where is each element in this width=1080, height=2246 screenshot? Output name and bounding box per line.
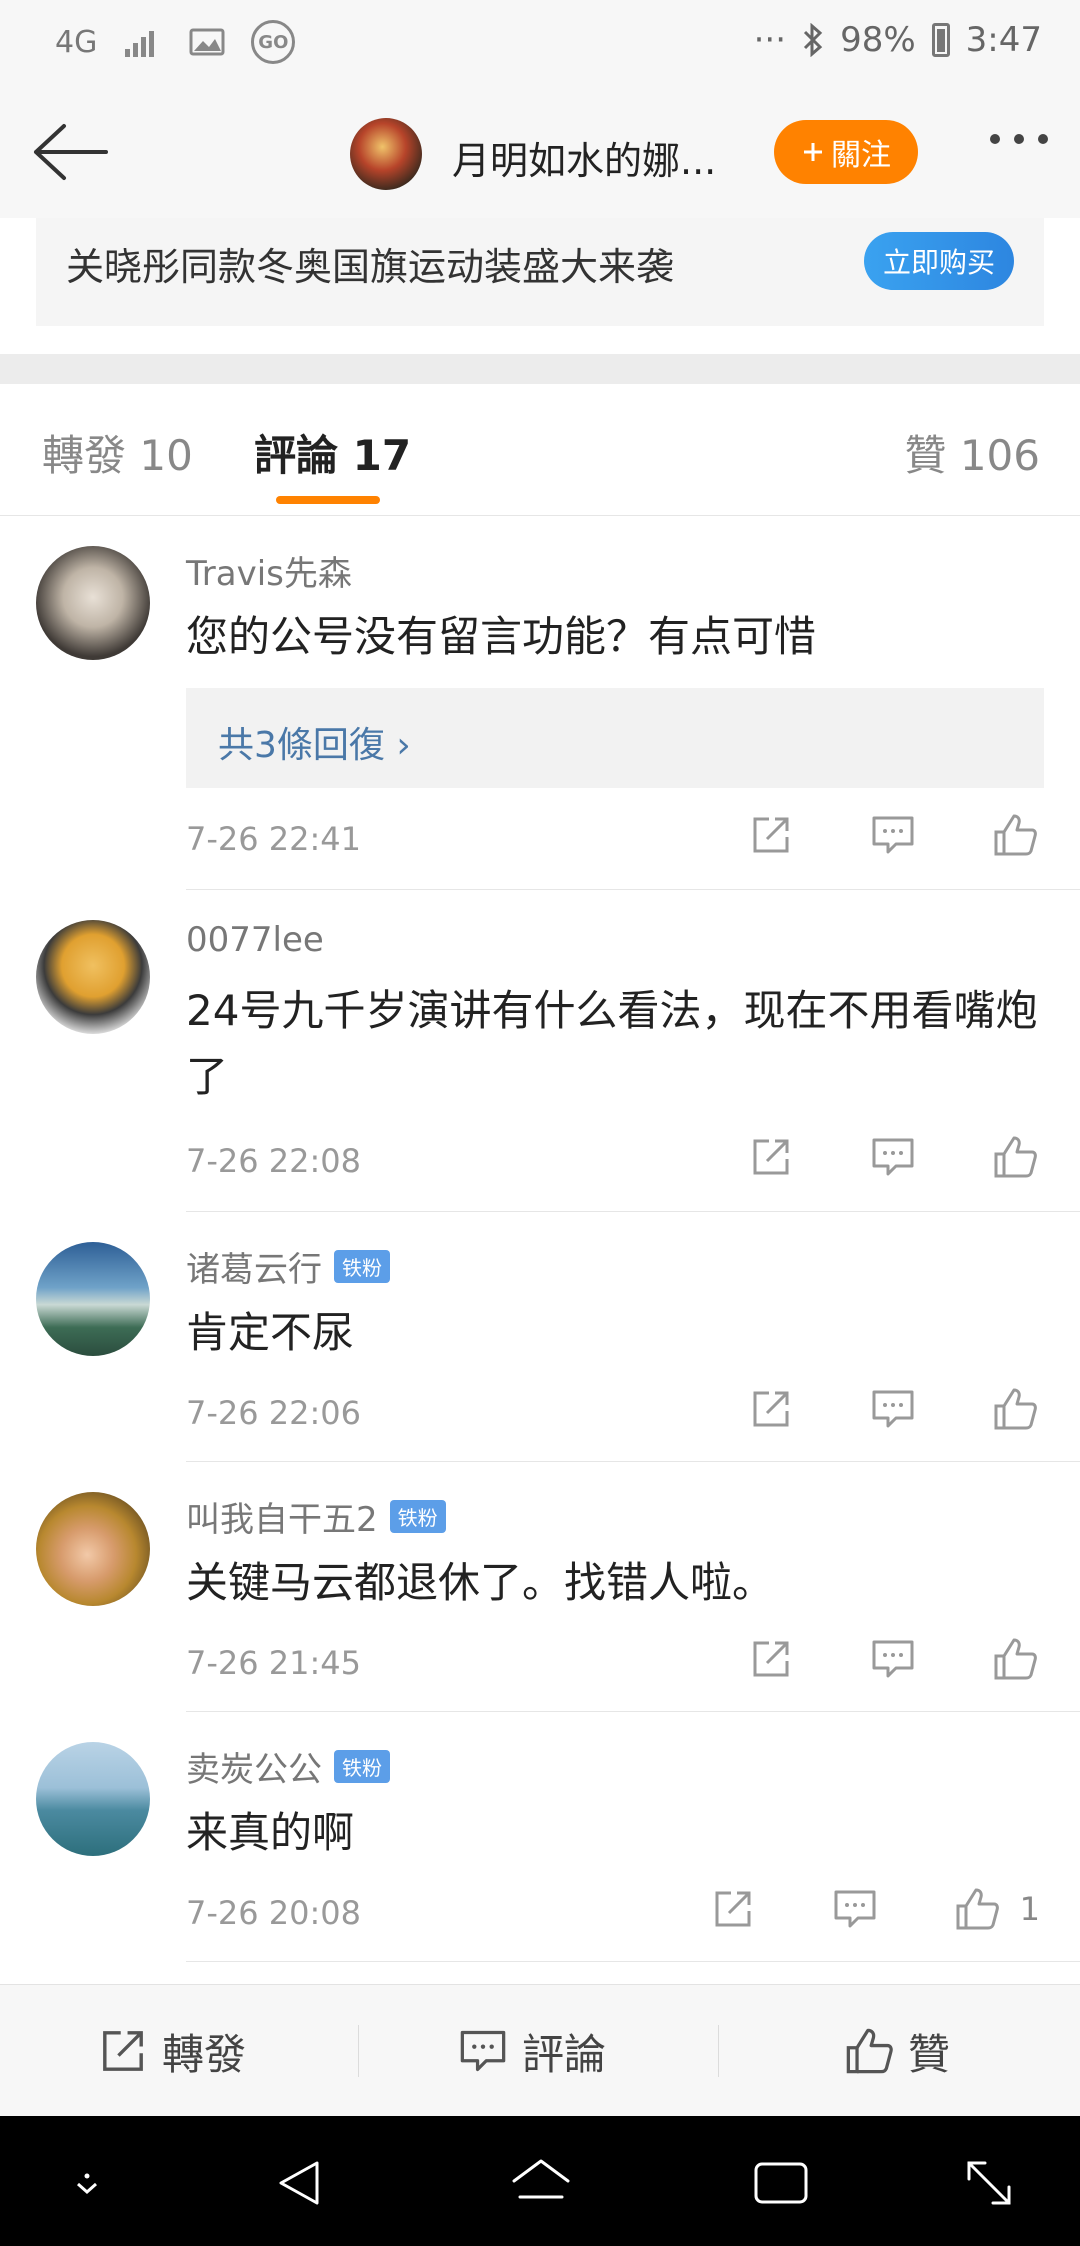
comment-item: 叫我自干五2 铁粉 关键马云都退休了。找错人啦。 7-26 21:45 bbox=[0, 1462, 1080, 1712]
comment-button[interactable]: 評論 bbox=[458, 1985, 606, 2117]
like-icon[interactable] bbox=[990, 1636, 1040, 1682]
comment-item: 诸葛云行 铁粉 肯定不尿 7-26 22:06 bbox=[0, 1212, 1080, 1462]
expand-icon[interactable] bbox=[954, 2148, 1024, 2218]
comment-text: 关键马云都退休了。找错人啦。 bbox=[186, 1558, 775, 1607]
battery-percent: 98% bbox=[840, 20, 916, 60]
user-avatar[interactable] bbox=[36, 920, 150, 1034]
comment-label: 評論 bbox=[522, 2029, 607, 2079]
repost-label: 轉發 bbox=[162, 2029, 247, 2079]
fan-badge: 铁粉 bbox=[389, 1500, 446, 1533]
share-icon[interactable] bbox=[746, 1386, 796, 1432]
comment-item: 0077lee 24号九千岁演讲有什么看法，现在不用看嘴炮了 7-26 22:0… bbox=[0, 890, 1080, 1212]
share-icon bbox=[103, 2031, 143, 2071]
more-status-icon: ··· bbox=[753, 20, 787, 60]
share-icon[interactable] bbox=[746, 812, 796, 858]
comment-time: 7-26 22:06 bbox=[186, 1394, 362, 1432]
more-options-icon[interactable] bbox=[990, 134, 1048, 144]
signal-icon bbox=[123, 27, 163, 57]
comment-icon bbox=[460, 2030, 506, 2072]
like-count: 1 bbox=[1019, 1890, 1040, 1928]
plus-icon bbox=[804, 143, 822, 161]
comment-item: 卖炭公公 铁粉 来真的啊 7-26 20:08 1 bbox=[0, 1712, 1080, 1962]
image-icon bbox=[189, 27, 225, 57]
comment-icon[interactable] bbox=[868, 1386, 918, 1432]
ad-text: 关晓彤同款冬奥国旗运动装盛大来袭 bbox=[66, 245, 675, 289]
bluetooth-icon bbox=[802, 23, 824, 57]
ad-banner[interactable]: 关晓彤同款冬奥国旗运动装盛大来袭 立即购买 bbox=[36, 218, 1044, 326]
clock: 3:47 bbox=[965, 20, 1042, 60]
tab-comments[interactable]: 評論 17 bbox=[254, 422, 411, 483]
buy-now-button[interactable]: 立即购买 bbox=[864, 232, 1014, 290]
comment-text: 您的公号没有留言功能？有点可惜 bbox=[186, 612, 817, 661]
tab-reposts[interactable]: 轉發 10 bbox=[42, 422, 193, 483]
comment-icon[interactable] bbox=[868, 812, 918, 858]
like-icon bbox=[952, 1886, 1002, 1932]
network-4g-icon: 4G bbox=[55, 24, 98, 60]
like-icon[interactable] bbox=[990, 1386, 1040, 1432]
comment-text: 24号九千岁演讲有什么看法，现在不用看嘴炮了 bbox=[186, 986, 1038, 1101]
repost-button[interactable]: 轉發 bbox=[98, 1985, 246, 2117]
replies-link[interactable]: 共3條回復 › bbox=[186, 688, 1044, 788]
status-bar: 4G GO ··· 98% 3:47 bbox=[0, 0, 1080, 90]
user-avatar[interactable] bbox=[36, 1242, 150, 1356]
arrow-left-icon bbox=[34, 124, 108, 180]
like-icon[interactable] bbox=[990, 812, 1040, 858]
like-label: 贊 bbox=[908, 2029, 951, 2079]
share-icon[interactable] bbox=[746, 1636, 796, 1682]
top-nav-bar: 月明如水的娜... 關注 bbox=[0, 90, 1080, 218]
comment-item: Travis先森 您的公号没有留言功能？有点可惜 共3條回復 › 7-26 22… bbox=[0, 516, 1080, 890]
like-button[interactable]: 贊 bbox=[844, 1985, 950, 2117]
page-title[interactable]: 月明如水的娜... bbox=[452, 130, 732, 185]
section-divider bbox=[0, 354, 1080, 384]
tab-bar: 轉發 10 評論 17 贊 106 bbox=[0, 384, 1080, 516]
tab-likes[interactable]: 贊 106 bbox=[904, 422, 1040, 483]
bottom-action-bar: 轉發 評論 贊 bbox=[0, 1984, 1080, 2116]
comment-time: 7-26 22:08 bbox=[186, 1142, 362, 1180]
user-avatar[interactable] bbox=[36, 1492, 150, 1606]
comment-time: 7-26 20:08 bbox=[186, 1894, 362, 1932]
fan-badge: 铁粉 bbox=[334, 1250, 390, 1283]
comment-time: 7-26 21:45 bbox=[186, 1644, 362, 1682]
comment-username[interactable]: 诸葛云行 铁粉 bbox=[186, 1242, 390, 1291]
comment-text: 肯定不尿 bbox=[186, 1308, 355, 1357]
comment-text: 来真的啊 bbox=[186, 1808, 355, 1857]
like-icon bbox=[846, 2028, 893, 2074]
comment-time: 7-26 22:41 bbox=[186, 820, 362, 858]
recent-apps-icon[interactable] bbox=[746, 2148, 816, 2218]
comment-username[interactable]: Travis先森 bbox=[186, 546, 352, 595]
hide-keyboard-icon[interactable] bbox=[52, 2148, 122, 2218]
back-button[interactable] bbox=[30, 120, 110, 184]
comment-username[interactable]: 叫我自干五2 铁粉 bbox=[186, 1492, 446, 1541]
like-button[interactable]: 1 bbox=[952, 1886, 1040, 1932]
follow-button[interactable]: 關注 bbox=[774, 120, 918, 184]
comment-username[interactable]: 卖炭公公 铁粉 bbox=[186, 1742, 390, 1791]
share-icon[interactable] bbox=[746, 1134, 796, 1180]
comment-username[interactable]: 0077lee bbox=[186, 920, 324, 960]
comment-icon[interactable] bbox=[868, 1636, 918, 1682]
user-avatar[interactable] bbox=[36, 546, 150, 660]
fan-badge: 铁粉 bbox=[334, 1750, 390, 1783]
replies-count: 共3條回復 › bbox=[218, 725, 411, 766]
back-nav-icon[interactable] bbox=[264, 2148, 334, 2218]
active-tab-indicator bbox=[276, 496, 380, 504]
go-icon: GO bbox=[251, 20, 296, 64]
battery-icon bbox=[931, 23, 950, 57]
user-avatar[interactable] bbox=[36, 1742, 150, 1856]
author-avatar[interactable] bbox=[350, 118, 422, 190]
like-icon[interactable] bbox=[990, 1134, 1040, 1180]
follow-label: 關注 bbox=[831, 138, 891, 173]
comment-icon[interactable] bbox=[830, 1886, 880, 1932]
home-nav-icon[interactable] bbox=[506, 2148, 576, 2218]
system-nav-bar bbox=[0, 2116, 1080, 2246]
share-icon[interactable] bbox=[708, 1886, 758, 1932]
comment-icon[interactable] bbox=[868, 1134, 918, 1180]
